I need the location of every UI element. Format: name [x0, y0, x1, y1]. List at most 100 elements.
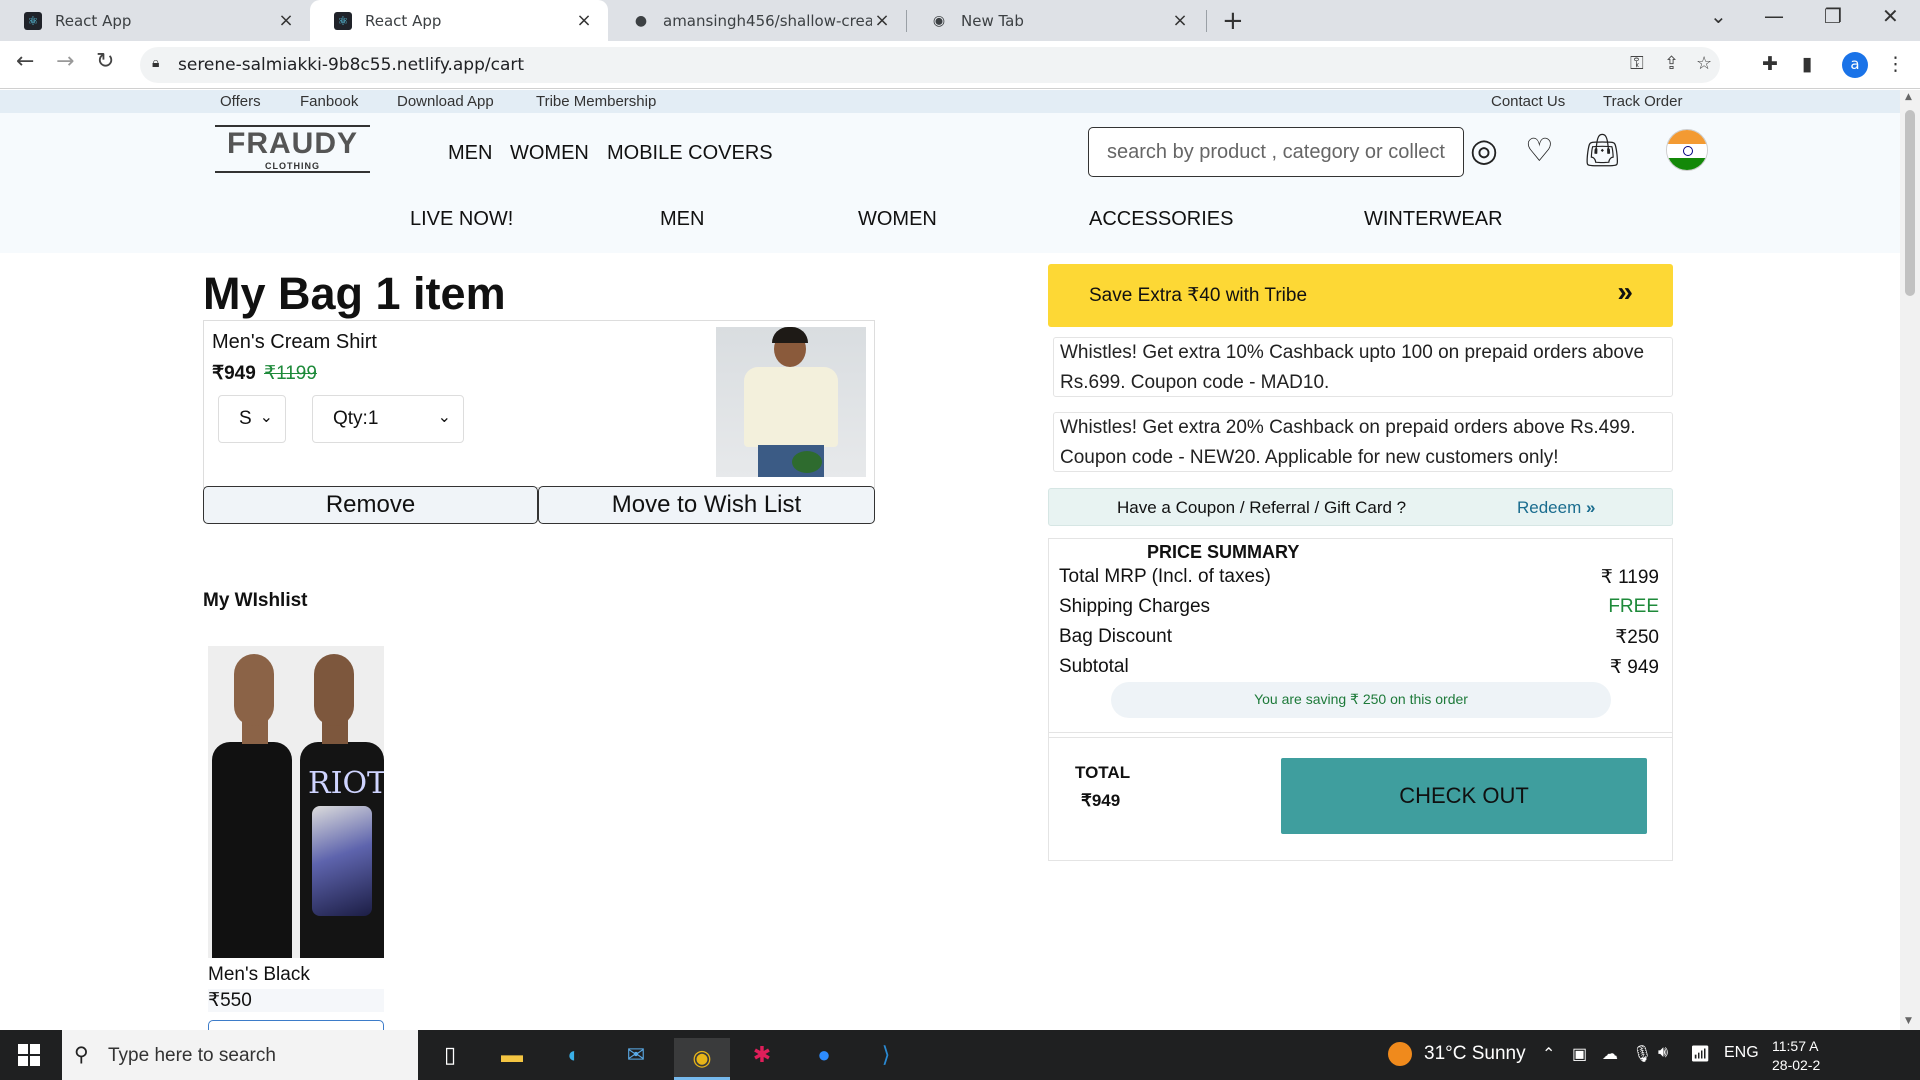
file-explorer-icon[interactable]: ▬	[494, 1038, 530, 1072]
page-scrollbar[interactable]: ▲ ▼	[1900, 90, 1920, 1030]
product-image[interactable]	[716, 327, 866, 477]
tribe-banner[interactable]: Save Extra ₹40 with Tribe »	[1048, 264, 1673, 327]
offer-card-1: Whistles! Get extra 10% Cashback upto 10…	[1053, 337, 1673, 397]
wishlist-product-image[interactable]: RIOT	[208, 646, 384, 958]
tray-device-icon[interactable]: ▣	[1572, 1044, 1587, 1064]
qty-value: Qty:1	[333, 408, 379, 429]
key-icon[interactable]: ⚿	[1630, 53, 1644, 74]
nav-men[interactable]: MEN	[448, 142, 492, 165]
wifi-icon[interactable]: 📶︎	[1690, 1044, 1710, 1064]
reload-icon[interactable]: ↻	[96, 49, 114, 74]
browser-tab-2[interactable]: ⚛ React App ×	[310, 0, 608, 41]
subnav-women[interactable]: WOMEN	[858, 208, 937, 231]
side-panel-icon[interactable]: ▮	[1802, 53, 1812, 75]
topbar-link-track-order[interactable]: Track Order	[1603, 93, 1682, 110]
zoom-icon[interactable]: ●	[806, 1038, 842, 1072]
qty-select[interactable]: Qty:1 ⌄	[312, 395, 464, 443]
subnav-live-now[interactable]: LIVE NOW!	[410, 208, 513, 231]
windows-start-icon[interactable]	[18, 1044, 40, 1066]
browser-tab-4[interactable]: ◉ New Tab ×	[906, 0, 1204, 41]
topbar-link-offers[interactable]: Offers	[220, 93, 261, 110]
slack-icon[interactable]: ✱	[744, 1038, 780, 1072]
forward-icon[interactable]: →	[56, 49, 74, 74]
offer-card-2: Whistles! Get extra 20% Cashback on prep…	[1053, 412, 1673, 472]
nav-mobile-covers[interactable]: MOBILE COVERS	[607, 142, 773, 165]
total-label: TOTAL	[1075, 763, 1131, 782]
summary-label: Shipping Charges	[1059, 596, 1211, 617]
close-icon[interactable]: ×	[1170, 10, 1190, 31]
chevron-down-icon: ⌄	[259, 409, 273, 426]
topbar-link-fanbook[interactable]: Fanbook	[300, 93, 358, 110]
site-logo[interactable]: FRAUDY CLOTHING	[215, 125, 370, 175]
taskbar-clock[interactable]: 11:57 A 28-02-2	[1772, 1037, 1820, 1075]
volume-icon[interactable]: 🔊︎	[1658, 1044, 1668, 1062]
browser-tab-3[interactable]: ● amansingh456/shallow-creature- ×	[608, 0, 906, 41]
close-icon[interactable]: ×	[574, 10, 594, 31]
remove-button[interactable]: Remove	[203, 486, 538, 524]
menu-kebab-icon[interactable]: ⋮	[1886, 53, 1905, 75]
restore-icon[interactable]: ❐	[1824, 4, 1842, 28]
microphone-icon[interactable]: 🎙︎	[1632, 1044, 1652, 1064]
bookmark-star-icon[interactable]: ☆	[1696, 53, 1712, 74]
topbar-link-contact[interactable]: Contact Us	[1491, 93, 1565, 110]
item-mrp: ₹1199	[264, 363, 317, 384]
url-text[interactable]: serene-salmiakki-9b8c55.netlify.app/cart	[178, 55, 524, 75]
task-view-icon[interactable]: ▯	[432, 1038, 468, 1072]
search-input[interactable]	[1088, 127, 1464, 177]
redeem-label: Redeem	[1517, 498, 1582, 517]
wishlist-item-button[interactable]	[208, 1020, 384, 1030]
subnav-winterwear[interactable]: WINTERWEAR	[1364, 208, 1503, 231]
language-indicator[interactable]: ENG	[1724, 1044, 1759, 1062]
tab-search-icon[interactable]: ⌄	[1710, 4, 1727, 28]
account-icon[interactable]: ◎	[1470, 131, 1498, 169]
tab-title: React App	[365, 11, 442, 30]
coupon-question: Have a Coupon / Referral / Gift Card ?	[1117, 498, 1407, 517]
size-select[interactable]: S ⌄	[218, 395, 286, 443]
scroll-up-icon[interactable]: ▲	[1905, 92, 1912, 102]
extensions-icon[interactable]: ✚	[1762, 53, 1778, 75]
vscode-icon[interactable]: ⟩	[868, 1038, 904, 1072]
new-tab-icon[interactable]: +	[1222, 6, 1244, 36]
weather-text[interactable]: 31°C Sunny	[1424, 1043, 1526, 1065]
checkout-button[interactable]: CHECK OUT	[1281, 758, 1647, 834]
mail-icon[interactable]: ✉	[618, 1038, 654, 1072]
edge-icon[interactable]: ◐	[556, 1038, 592, 1072]
subnav-men[interactable]: MEN	[660, 208, 704, 231]
browser-tab-1[interactable]: ⚛ React App ×	[0, 0, 310, 41]
wishlist-heart-icon[interactable]: ♡	[1525, 131, 1554, 169]
browser-toolbar: ← → ↻ 🔒︎ serene-salmiakki-9b8c55.netlify…	[0, 41, 1920, 89]
subnav-accessories[interactable]: ACCESSORIES	[1089, 208, 1233, 231]
summary-label: Total MRP (Incl. of taxes)	[1059, 566, 1271, 587]
react-icon: ⚛	[24, 11, 42, 30]
taskbar-search-text: Type here to search	[108, 1045, 276, 1066]
bag-icon[interactable]: 👜︎	[1582, 131, 1623, 169]
bag-item-card: Men's Cream Shirt ₹949 ₹1199 S ⌄ Qty:1 ⌄	[203, 320, 875, 488]
taskbar-search[interactable]: ⚲ Type here to search	[62, 1030, 418, 1080]
chrome-taskbar-icon[interactable]: ◉	[674, 1038, 730, 1080]
topbar-link-tribe[interactable]: Tribe Membership	[536, 93, 656, 110]
logo-sub: CLOTHING	[215, 161, 370, 173]
move-to-wishlist-button[interactable]: Move to Wish List	[538, 486, 875, 524]
back-icon[interactable]: ←	[16, 49, 34, 74]
window-close-icon[interactable]: ✕	[1882, 4, 1899, 28]
india-flag-icon[interactable]	[1666, 129, 1708, 171]
utility-bar: Offers Fanbook Download App Tribe Member…	[0, 90, 1900, 113]
browser-tab-strip: ⚛ React App × ⚛ React App × ● amansingh4…	[0, 0, 1920, 41]
onedrive-icon[interactable]: ☁	[1602, 1044, 1618, 1064]
topbar-link-download-app[interactable]: Download App	[397, 93, 494, 110]
profile-avatar[interactable]: a	[1842, 52, 1868, 78]
scrollbar-thumb[interactable]	[1905, 110, 1915, 296]
redeem-link[interactable]: Redeem »	[1517, 498, 1595, 518]
scroll-down-icon[interactable]: ▼	[1905, 1016, 1912, 1026]
tab-title: amansingh456/shallow-creature-	[663, 11, 872, 30]
address-bar[interactable]: 🔒︎ serene-salmiakki-9b8c55.netlify.app/c…	[140, 47, 1720, 83]
tab-separator	[1206, 10, 1207, 32]
nav-women[interactable]: WOMEN	[510, 142, 589, 165]
tray-chevron-up-icon[interactable]: ⌃	[1542, 1044, 1555, 1064]
minimize-icon[interactable]: —	[1764, 4, 1784, 28]
share-icon[interactable]: ⇪	[1664, 53, 1679, 74]
close-icon[interactable]: ×	[276, 10, 296, 31]
notification-area[interactable]	[1822, 1030, 1920, 1080]
lock-icon[interactable]: 🔒︎	[152, 55, 159, 71]
close-icon[interactable]: ×	[872, 10, 892, 31]
